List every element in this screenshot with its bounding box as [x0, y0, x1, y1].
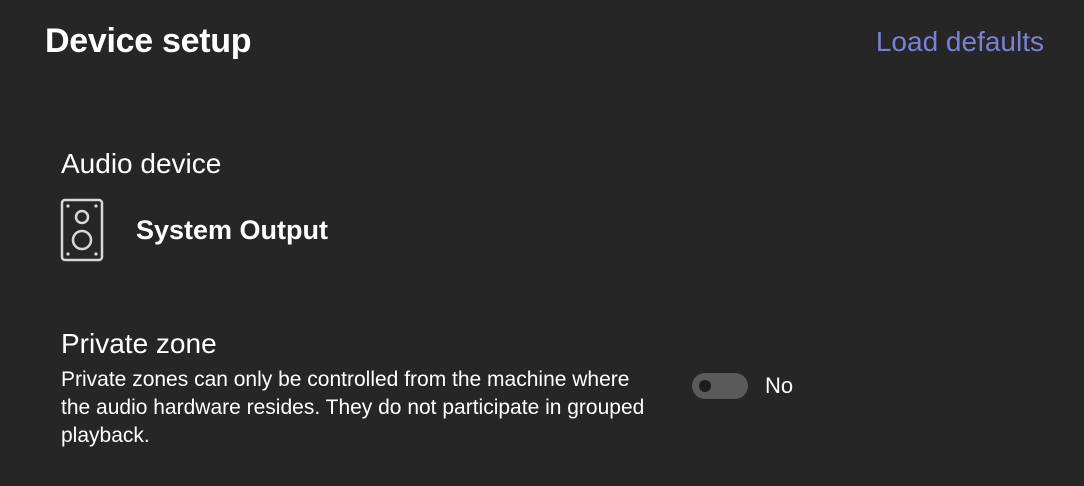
private-zone-label: Private zone [61, 328, 217, 359]
page-title: Device setup [45, 22, 252, 60]
speaker-icon [60, 198, 104, 262]
load-defaults-link[interactable]: Load defaults [876, 26, 1044, 58]
audio-device-selector[interactable]: System Output [59, 197, 328, 263]
toggle-knob [699, 380, 711, 392]
private-zone-state: No [765, 373, 794, 398]
private-zone-description: Private zones can only be controlled fro… [61, 368, 645, 447]
audio-device-label: Audio device [61, 148, 222, 179]
private-zone-toggle-row: No [692, 373, 793, 399]
audio-device-name: System Output [136, 214, 329, 245]
private-zone-toggle[interactable] [692, 373, 748, 399]
